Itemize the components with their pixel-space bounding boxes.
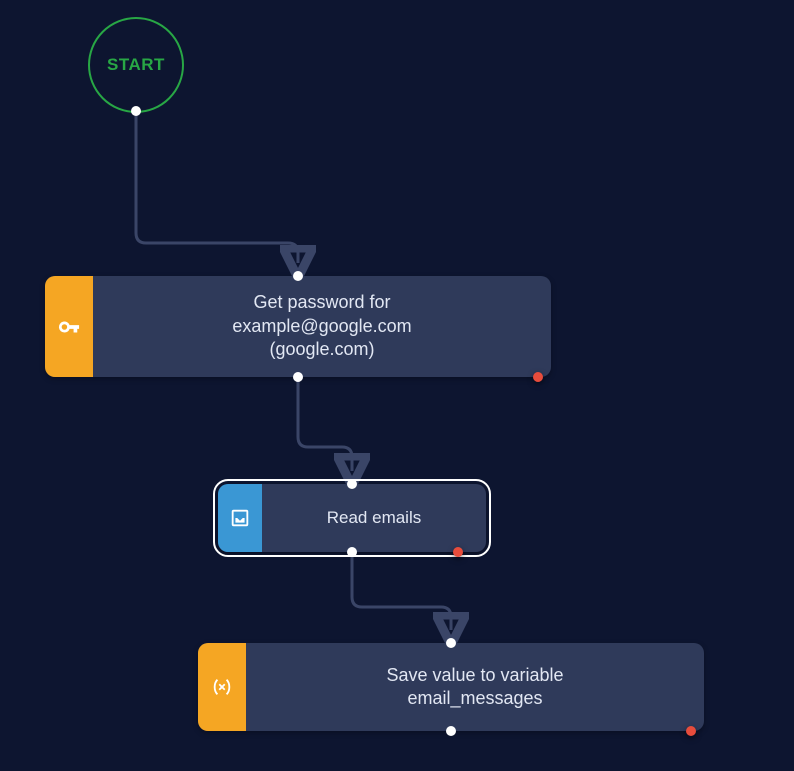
node-label: Save value to variable email_messages — [246, 643, 704, 731]
breakpoint-dot[interactable] — [686, 726, 696, 736]
node-icon-slot — [218, 484, 262, 552]
key-icon — [58, 316, 80, 338]
breakpoint-dot[interactable] — [453, 547, 463, 557]
port-out[interactable] — [293, 372, 303, 382]
node-get-password[interactable]: Get password for example@google.com (goo… — [45, 276, 551, 377]
node-icon-slot — [198, 643, 246, 731]
node-read-emails[interactable]: Read emails — [218, 484, 486, 552]
flow-canvas[interactable]: START Get password for example@google.co… — [0, 0, 794, 771]
variable-icon — [211, 676, 233, 698]
node-label: Get password for example@google.com (goo… — [93, 276, 551, 377]
port-in[interactable] — [347, 479, 357, 489]
node-icon-slot — [45, 276, 93, 377]
port-in[interactable] — [446, 638, 456, 648]
start-label: START — [107, 55, 165, 75]
node-label: Read emails — [262, 484, 486, 552]
start-node[interactable]: START — [88, 17, 184, 113]
port-out[interactable] — [347, 547, 357, 557]
port-out[interactable] — [131, 106, 141, 116]
port-out[interactable] — [446, 726, 456, 736]
breakpoint-dot[interactable] — [533, 372, 543, 382]
port-in[interactable] — [293, 271, 303, 281]
inbox-icon — [229, 507, 251, 529]
node-save-variable[interactable]: Save value to variable email_messages — [198, 643, 704, 731]
